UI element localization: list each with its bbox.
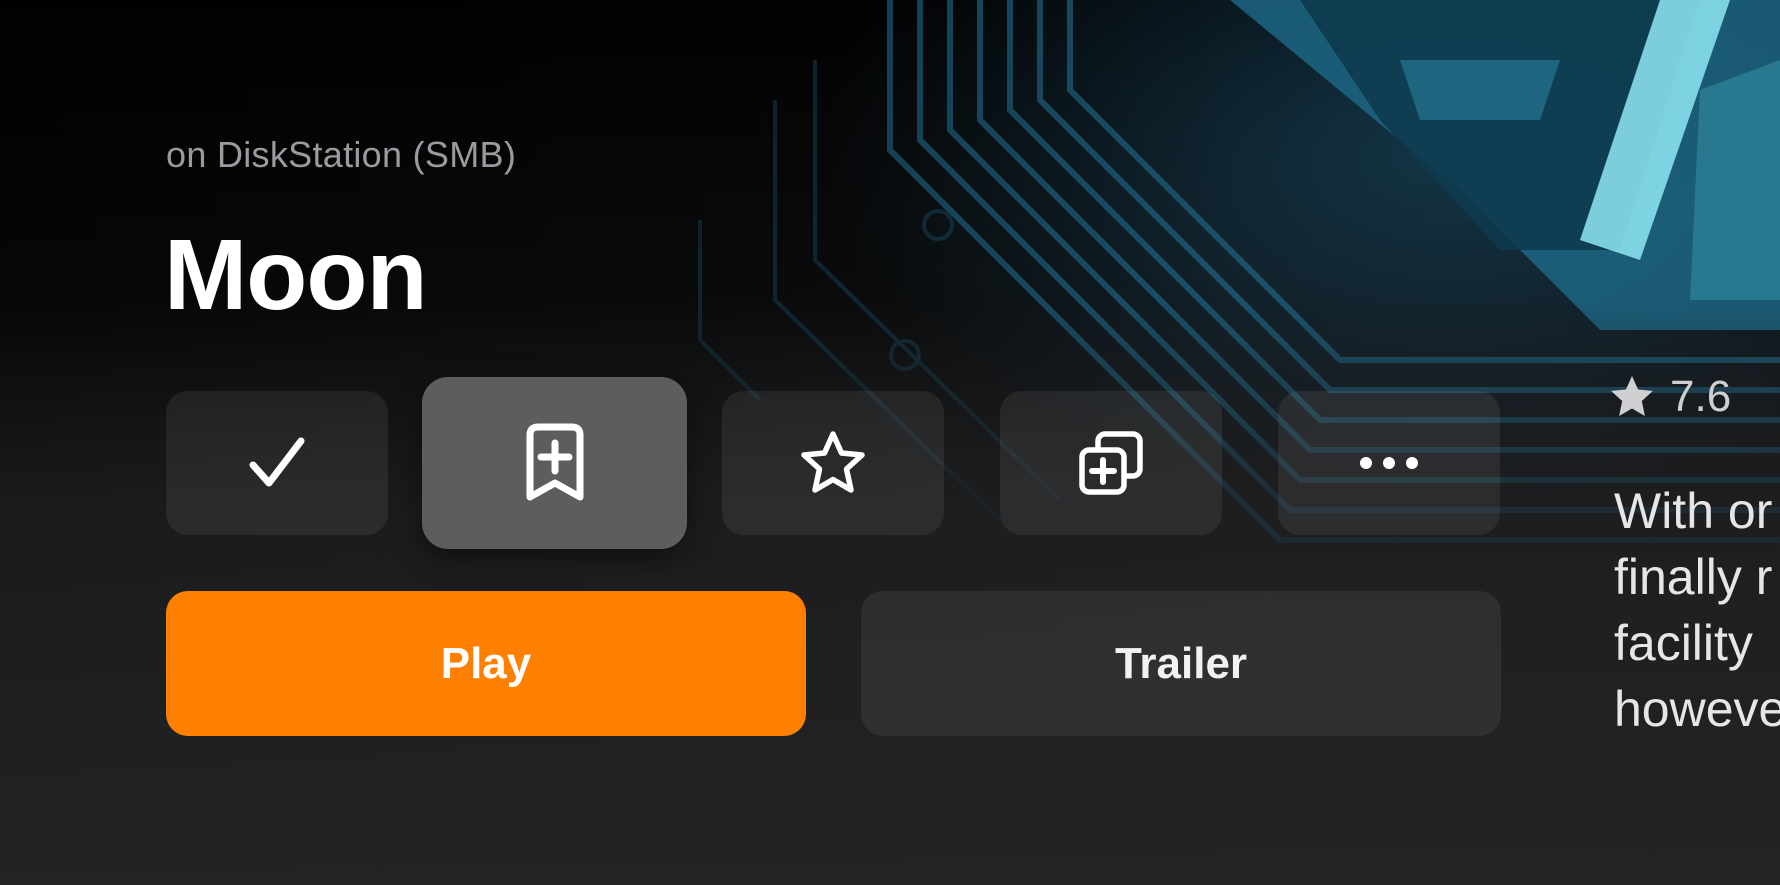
- ellipsis-icon: [1360, 457, 1418, 469]
- play-button[interactable]: Play: [166, 591, 806, 736]
- add-to-collection-button[interactable]: [1000, 391, 1222, 535]
- add-to-watchlist-button[interactable]: [422, 377, 687, 549]
- trailer-button[interactable]: Trailer: [861, 591, 1501, 736]
- overview-line: finally r: [1614, 549, 1773, 605]
- bookmark-plus-icon: [526, 423, 583, 501]
- star-filled-icon: [1611, 376, 1653, 416]
- movie-title: Moon: [164, 219, 428, 331]
- overview-line: With or: [1614, 483, 1773, 539]
- overview-text: With or finally r facility howeve: [1614, 478, 1780, 742]
- trailer-button-label: Trailer: [1114, 638, 1248, 688]
- collection-add-icon: [1079, 431, 1143, 495]
- favorite-button[interactable]: [722, 391, 944, 535]
- rating-value: 7.6: [1670, 372, 1732, 421]
- mark-watched-button[interactable]: [166, 391, 388, 535]
- overview-line: facility: [1614, 615, 1753, 671]
- more-options-button[interactable]: [1278, 391, 1500, 535]
- checkmark-icon: [249, 437, 305, 487]
- play-button-label: Play: [440, 638, 532, 688]
- source-label: on DiskStation (SMB): [166, 134, 517, 175]
- rating: 7.6: [1608, 372, 1731, 422]
- star-outline-icon: [801, 431, 865, 493]
- overview-line: howeve: [1614, 681, 1780, 737]
